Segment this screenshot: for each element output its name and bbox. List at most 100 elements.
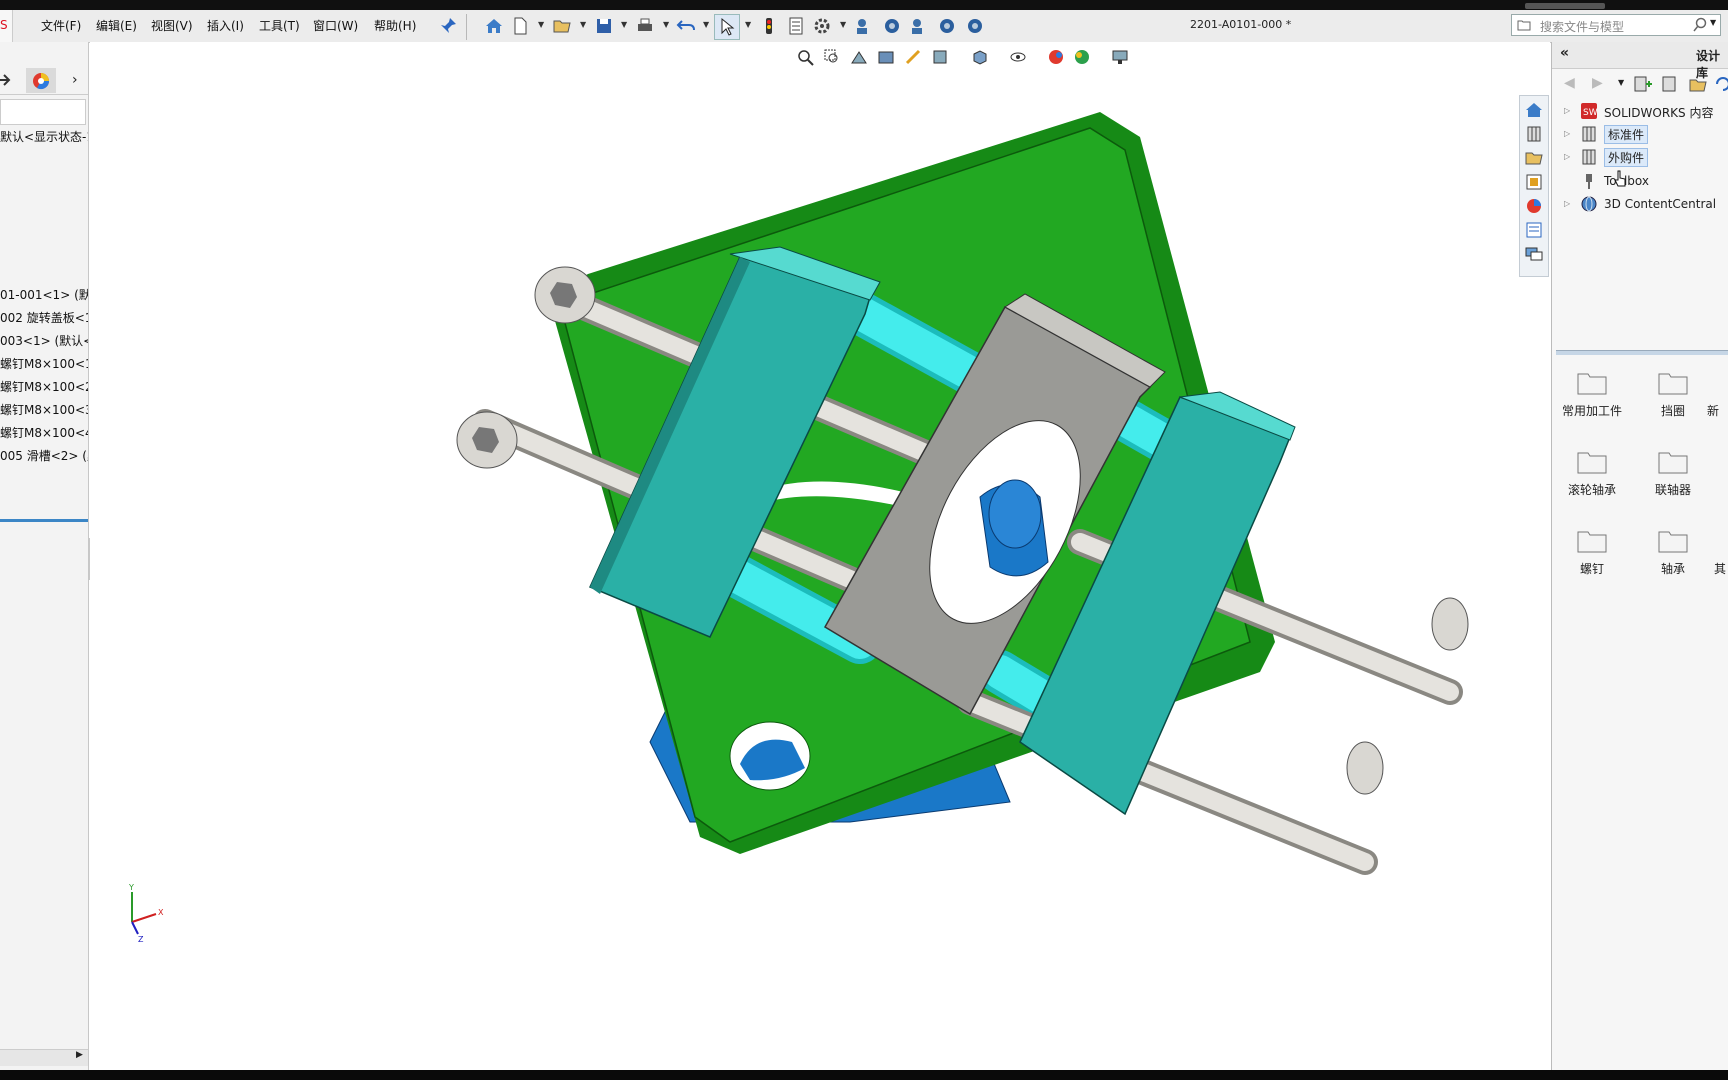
section-view-icon[interactable]: [876, 47, 896, 67]
forward-arrow-icon[interactable]: ▶: [1592, 75, 1603, 91]
new-dropdown-icon[interactable]: ▼: [538, 20, 544, 29]
print-icon[interactable]: [633, 14, 657, 38]
open-dropdown-icon[interactable]: ▼: [580, 20, 586, 29]
rebuild-icon[interactable]: [757, 14, 781, 38]
triad-y-label: Y: [128, 883, 134, 892]
options-gear-icon[interactable]: [810, 14, 834, 38]
library-folder[interactable]: 联轴器: [1638, 449, 1708, 498]
globe-sync-icon[interactable]: [935, 14, 959, 38]
display-style-icon[interactable]: [970, 47, 990, 67]
design-library-splitter[interactable]: [1556, 350, 1728, 355]
history-dropdown-icon[interactable]: ▼: [1618, 78, 1624, 87]
globe-icon: [1580, 195, 1598, 213]
menu-view[interactable]: 视图(V): [151, 17, 193, 34]
design-library-toolbar: ◀ ▶ ▼: [1552, 69, 1728, 99]
user-settings-icon[interactable]: [907, 14, 931, 38]
tree-item[interactable]: 螺钉M8×100<3: [0, 401, 88, 418]
search-icon[interactable]: [1692, 17, 1708, 36]
tree-item[interactable]: 005 滑槽<2> (默: [0, 447, 88, 464]
library-folder[interactable]: 轴承: [1638, 528, 1708, 577]
undo-dropdown-icon[interactable]: ▼: [703, 20, 709, 29]
rollback-bar[interactable]: [0, 519, 88, 522]
zoom-area-icon[interactable]: [822, 47, 842, 67]
view-palette-icon[interactable]: [1524, 172, 1544, 192]
library-folder[interactable]: 其: [1714, 528, 1728, 577]
web-sync-icon[interactable]: [880, 14, 904, 38]
home-icon[interactable]: [482, 14, 506, 38]
library-folder[interactable]: 新: [1707, 370, 1728, 419]
dynamic-annotation-icon[interactable]: [903, 47, 923, 67]
library-folder[interactable]: 滚轮轴承: [1557, 449, 1627, 498]
graphics-viewport[interactable]: Y X Z: [90, 42, 1550, 1070]
folder-icon: [1576, 528, 1608, 554]
new-document-icon[interactable]: [508, 14, 532, 38]
expand-triangle-icon[interactable]: ▷: [1564, 129, 1570, 138]
back-arrow-icon[interactable]: ◀: [1564, 75, 1575, 91]
solidworks-logo[interactable]: S: [0, 10, 13, 42]
menu-tools[interactable]: 工具(T): [259, 17, 300, 34]
pin-icon[interactable]: [436, 14, 460, 38]
menu-help[interactable]: 帮助(H): [374, 17, 416, 34]
folder-label: 常用加工件: [1561, 404, 1622, 418]
forum-icon[interactable]: [1524, 244, 1544, 264]
library-folder[interactable]: 挡圈: [1638, 370, 1708, 419]
expand-triangle-icon[interactable]: ▷: [1564, 106, 1570, 115]
save-icon[interactable]: [592, 14, 616, 38]
expand-triangle-icon[interactable]: ▷: [1564, 152, 1570, 161]
appearances-scenes-icon[interactable]: [1524, 196, 1544, 216]
tree-item[interactable]: 003<1> (默认<: [0, 332, 88, 349]
previous-view-icon[interactable]: [849, 47, 869, 67]
tree-item[interactable]: 螺钉M8×100<4: [0, 424, 88, 441]
search-dropdown-icon[interactable]: ▼: [1710, 18, 1716, 27]
menu-window[interactable]: 窗口(W): [313, 17, 358, 34]
menu-edit[interactable]: 编辑(E): [96, 17, 137, 34]
user-help-icon[interactable]: [852, 14, 876, 38]
menu-insert[interactable]: 插入(I): [207, 17, 244, 34]
menu-file[interactable]: 文件(F): [41, 17, 81, 34]
tree-item[interactable]: 002 旋转盖板<1: [0, 309, 88, 326]
hide-show-items-icon[interactable]: [1008, 47, 1028, 67]
create-new-folder-icon[interactable]: [1688, 74, 1708, 97]
open-folder-icon[interactable]: [550, 14, 574, 38]
expand-triangle-icon[interactable]: ▷: [1564, 199, 1570, 208]
custom-properties-icon[interactable]: [1524, 220, 1544, 240]
assembly-model: [456, 112, 1469, 875]
configuration-manager-icon[interactable]: [0, 71, 14, 92]
add-to-library-icon[interactable]: [1632, 74, 1652, 97]
folder-icon: [1657, 370, 1689, 396]
file-properties-icon[interactable]: [784, 14, 808, 38]
chevron-right-icon[interactable]: ›: [72, 72, 78, 88]
tree-item[interactable]: 01-001<1> (默: [0, 286, 88, 303]
library-folder[interactable]: 常用加工件: [1557, 370, 1627, 419]
view-settings-icon[interactable]: [1110, 47, 1130, 67]
undo-icon[interactable]: [674, 14, 698, 38]
save-dropdown-icon[interactable]: ▼: [621, 20, 627, 29]
appearance-tab[interactable]: [26, 68, 56, 93]
globe-share-icon[interactable]: [963, 14, 987, 38]
solidworks-resources-icon[interactable]: [1524, 100, 1544, 120]
library-tree-label: 标准件: [1604, 125, 1649, 144]
folder-label: 新: [1707, 404, 1720, 418]
select-dropdown-icon[interactable]: ▼: [745, 20, 751, 29]
file-explorer-icon[interactable]: [1524, 148, 1544, 168]
print-dropdown-icon[interactable]: ▼: [663, 20, 669, 29]
options-dropdown-icon[interactable]: ▼: [840, 20, 846, 29]
tree-item[interactable]: 螺钉M8×100<2: [0, 378, 88, 395]
add-file-location-icon[interactable]: [1660, 74, 1680, 97]
scroll-right-icon[interactable]: ▶: [76, 1050, 83, 1060]
select-cursor-icon[interactable]: [714, 14, 740, 40]
library-folder[interactable]: 螺钉: [1557, 528, 1627, 577]
apply-scene-icon[interactable]: [1072, 47, 1092, 67]
view-orientation-icon[interactable]: [930, 47, 950, 67]
zoom-to-fit-icon[interactable]: [795, 47, 815, 67]
design-library-icon[interactable]: [1524, 124, 1544, 144]
left-scrollbar[interactable]: ▶: [0, 1049, 88, 1066]
feature-filter-input[interactable]: [0, 99, 86, 125]
config-display-state[interactable]: 默认<显示状态-1: [0, 128, 88, 145]
collapse-panel-icon[interactable]: «: [1560, 45, 1569, 61]
refresh-icon[interactable]: [1714, 74, 1728, 97]
search-input[interactable]: 搜索文件与模型 ▼: [1511, 14, 1721, 36]
folder-icon: [1576, 449, 1608, 475]
edit-appearance-icon[interactable]: [1046, 47, 1066, 67]
tree-item[interactable]: 螺钉M8×100<1: [0, 355, 88, 372]
